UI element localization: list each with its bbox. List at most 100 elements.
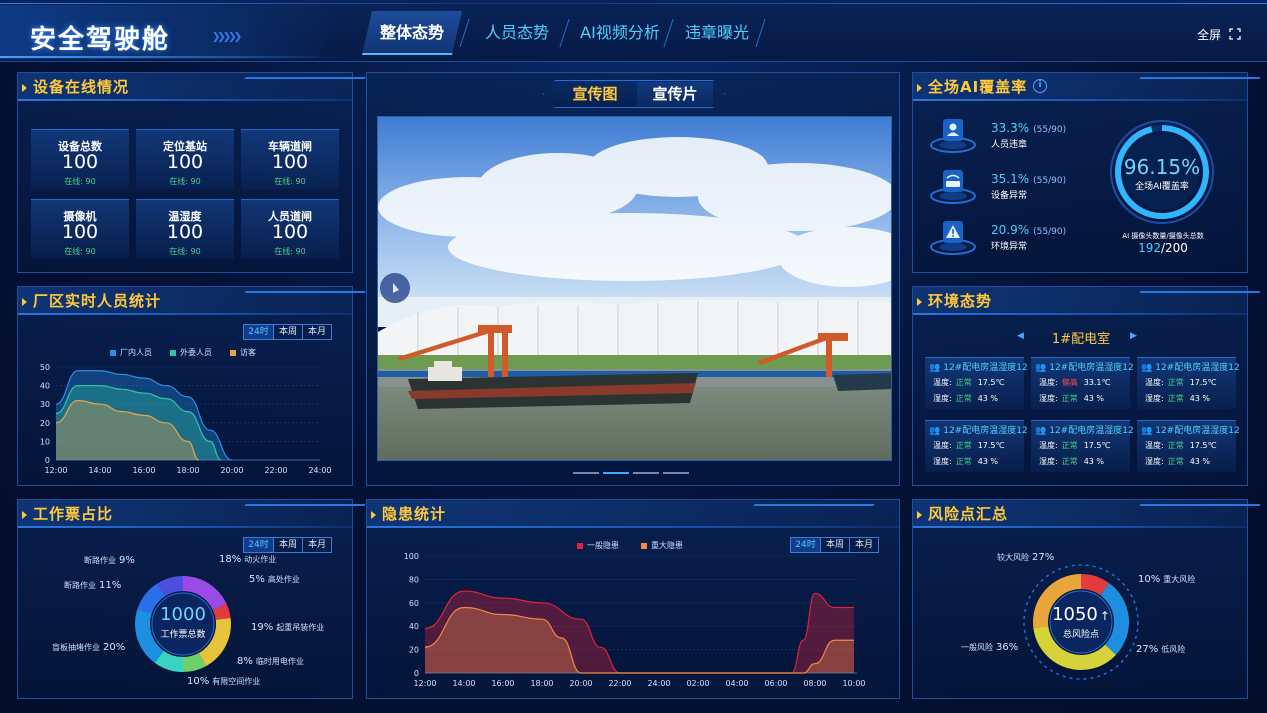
temp-value: 17.5℃ [1189, 378, 1217, 387]
carousel-dot[interactable] [633, 472, 659, 474]
slice-name: 重大风险 [1163, 575, 1196, 584]
sensor-title: 👥 12#配电房温湿度12 [1035, 423, 1134, 436]
env-sensor-card[interactable]: 👥 12#配电房温湿度12 温度: 正常 17.5℃ 湿度: 正常 43 % [925, 420, 1028, 472]
range-month[interactable]: 本月 [302, 325, 331, 339]
ai-stat-value: 35.1% (55/90) [991, 172, 1066, 186]
hum-value: 43 % [977, 394, 999, 403]
ai-ring-label: 全场AI覆盖率 [1135, 182, 1189, 192]
legend-label: 一般隐患 [587, 541, 619, 550]
env-sensor-card[interactable]: 👥 12#配电房温湿度12 温度: 正常 17.5℃ 湿度: 正常 43 % [1137, 357, 1240, 409]
ai-stat-row: 20.9% (55/90) 环境异常 [929, 217, 1099, 257]
tab-divider [459, 19, 470, 47]
sensor-name: 12#配电房温湿度12 [1155, 363, 1240, 373]
device-card[interactable]: 车辆道闸 100 在线: 90 [241, 129, 339, 189]
tab-ai-video[interactable]: AI视频分析 [570, 11, 670, 55]
fullscreen-button[interactable]: 全屏 [1197, 26, 1241, 43]
percent-sign: % [1008, 642, 1019, 653]
range-week[interactable]: 本周 [273, 538, 302, 552]
tab-overall[interactable]: 整体态势 [362, 11, 462, 55]
slice-label: 断路作业 11% [64, 580, 124, 591]
top-bar: 安全驾驶舱 ❯❯❯❯❯ 整体态势 人员态势 AI视频分析 违章曝光 全屏 [0, 0, 1267, 62]
router-icon [930, 170, 976, 204]
temperature-line: 温度: 正常 17.5℃ [1039, 440, 1111, 451]
legend-label: 重大隐患 [651, 541, 683, 550]
percent-sign: % [1150, 574, 1161, 585]
header-deco [739, 504, 875, 526]
person-icon [930, 119, 976, 153]
carousel-dot[interactable] [573, 472, 599, 474]
ticket-panel: 工作票占比 24时 本周 本月 1000 工作票总数 18% 动火作业 5% 高处作业… [17, 499, 366, 699]
range-24h[interactable]: 24时 [244, 325, 273, 339]
sensor-title: 👥 12#配电房温湿度12 [929, 423, 1028, 436]
y-tick-label: 80 [409, 575, 419, 584]
device-card[interactable]: 定位基站 100 在线: 90 [136, 129, 234, 189]
range-selector: 24时 本周 本月 [243, 324, 332, 340]
tab-poster[interactable]: 宣传图 [557, 82, 633, 106]
x-tick-label: 24:00 [308, 466, 331, 475]
range-24h[interactable]: 24时 [244, 538, 273, 552]
personnel-panel: 厂区实时人员统计 24时 本周 本月 厂内人员 外委人员 访客 0 10 20 30 4… [17, 286, 366, 486]
ai-camera-label: AI 摄像头数量/摄像头总数 [1122, 232, 1204, 240]
range-week[interactable]: 本周 [273, 325, 302, 339]
device-card[interactable]: 设备总数 100 在线: 90 [31, 129, 129, 189]
risk-total: 1050 ↑ [1031, 604, 1131, 625]
ai-coverage-panel: 全场AI覆盖率 i 33.3% (55/90) 人员违章 35.1% (55/90)… [912, 72, 1261, 273]
temperature-line: 温度: 正常 17.5℃ [1145, 440, 1217, 451]
header-deco [230, 504, 366, 526]
env-sensor-card[interactable]: 👥 12#配电房温湿度12 温度: 正常 17.5℃ 湿度: 正常 43 % [1031, 420, 1134, 472]
temp-value: 33.1℃ [1083, 378, 1111, 387]
hum-label: 湿度: [1039, 457, 1058, 466]
device-count: 100 [166, 151, 204, 173]
range-month[interactable]: 本月 [302, 538, 331, 552]
carousel-dot[interactable] [663, 472, 689, 474]
y-tick-label: 20 [40, 419, 50, 428]
env-sensor-card[interactable]: 👥 12#配电房温湿度12 温度: 偏高 33.1℃ 湿度: 正常 43 % [1031, 357, 1134, 409]
tab-personnel[interactable]: 人员态势 [472, 11, 562, 55]
panel-header [367, 500, 899, 528]
hazard-panel: 隐患统计 24时 本周 本月 一般隐患 重大隐患 0 20 40 60 80 100 12:… [366, 499, 900, 699]
panel-title: 厂区实时人员统计 [21, 292, 162, 310]
prev-slide-button[interactable] [380, 273, 410, 303]
env-sensor-card[interactable]: 👥 12#配电房温湿度12 温度: 正常 17.5℃ 湿度: 正常 43 % [925, 357, 1028, 409]
hum-status: 正常 [1061, 457, 1078, 466]
slice-label: 一般风险 36% [961, 642, 1021, 653]
warning-icon [930, 221, 976, 255]
chevrons-icon: ❯❯❯❯❯ [212, 29, 242, 45]
percent-sign: % [231, 554, 242, 565]
carousel-dot[interactable] [603, 472, 629, 474]
room-name: 1#配电室 [1051, 332, 1111, 347]
temp-value: 17.5℃ [1083, 441, 1111, 450]
brand-underline [0, 56, 345, 58]
header-deco [230, 291, 366, 313]
sensor-name: 12#配电房温湿度12 [1049, 363, 1134, 373]
media-panel: 宣传图 宣传片 [366, 72, 900, 486]
temp-status: 正常 [1167, 378, 1184, 387]
temp-value: 17.5℃ [977, 441, 1005, 450]
percent-sign: % [263, 622, 274, 633]
device-card[interactable]: 人员道闸 100 在线: 90 [241, 199, 339, 259]
info-icon[interactable]: i [1033, 79, 1047, 93]
device-panel: 设备在线情况 设备总数 100 在线: 90 定位基站 100 在线: 90 车… [17, 72, 366, 273]
tab-video[interactable]: 宣传片 [637, 82, 713, 106]
prev-room-icon[interactable]: ◀ [1017, 331, 1024, 341]
device-card[interactable]: 摄像机 100 在线: 90 [31, 199, 129, 259]
ai-stat-fraction: (55/90) [1033, 125, 1067, 135]
device-card[interactable]: 温湿度 100 在线: 90 [136, 199, 234, 259]
hum-status: 正常 [1167, 457, 1184, 466]
ai-camera-den: /200 [1160, 241, 1188, 255]
sensor-title: 👥 12#配电房温湿度12 [1141, 360, 1240, 373]
x-tick-label: 24:00 [647, 679, 670, 688]
sensor-title: 👥 12#配电房温湿度12 [1035, 360, 1134, 373]
device-online: 在线: 90 [169, 177, 201, 186]
legend-swatch [230, 349, 236, 356]
next-room-icon[interactable]: ▶ [1130, 331, 1137, 341]
tab-violation[interactable]: 违章曝光 [672, 11, 762, 55]
panel-title: 全场AI覆盖率 [916, 78, 1028, 96]
temp-value: 17.5℃ [1189, 441, 1217, 450]
sensor-icon: 👥 [929, 363, 941, 373]
panel-title: 隐患统计 [370, 505, 447, 523]
temperature-line: 温度: 偏高 33.1℃ [1039, 377, 1111, 388]
env-sensor-card[interactable]: 👥 12#配电房温湿度12 温度: 正常 17.5℃ 湿度: 正常 43 % [1137, 420, 1240, 472]
header-deco [230, 77, 366, 99]
ai-stat-label: 环境异常 [991, 242, 1028, 252]
